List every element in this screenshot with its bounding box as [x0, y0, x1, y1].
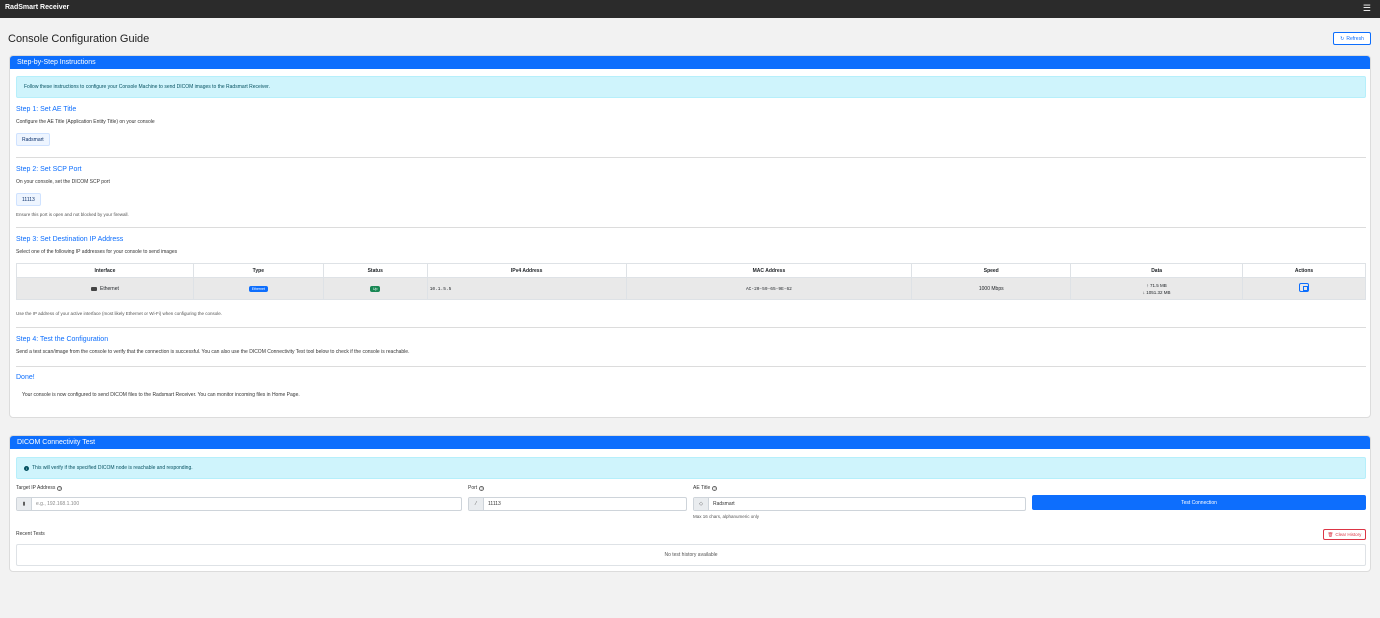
column-header: Speed [911, 263, 1072, 278]
ae-title-input[interactable]: Radsmart [709, 498, 1025, 510]
column-header: IPv4 Address [426, 263, 627, 278]
column-header: Actions [1242, 263, 1366, 278]
firewall-note: Ensure this port is open and not blocked… [16, 212, 129, 217]
actions-cell [1242, 277, 1366, 300]
type-badge: Ethernet [248, 285, 268, 292]
target-ip-input[interactable]: e.g., 192.168.1.100 [32, 498, 461, 510]
plug-icon: ⁄ [469, 498, 484, 510]
trash-icon: 🗑 [1327, 531, 1334, 537]
tag-icon: ◇ [694, 498, 709, 510]
speed-cell: 1000 Mbps [911, 277, 1072, 300]
column-header: Type [192, 263, 324, 278]
interface-name: Ethernet [99, 285, 119, 292]
recent-tests-label: Recent Tests [16, 531, 45, 537]
step2-desc: On your console, set the DICOM SCP port [16, 179, 110, 185]
column-header: Interface [16, 263, 194, 278]
column-header: MAC Address [625, 263, 913, 278]
column-header: Data [1070, 263, 1244, 278]
instructions-card: Step-by-Step Instructions Follow these i… [9, 55, 1371, 418]
step3-desc: Select one of the following IP addresses… [16, 249, 178, 255]
step1-title: Step 1: Set AE Title [16, 106, 77, 113]
refresh-icon: ↻ [1340, 35, 1345, 42]
info-icon: i [24, 465, 29, 471]
ethernet-icon [90, 286, 97, 291]
empty-history-text: No test history available [664, 552, 718, 558]
refresh-label: Refresh [1346, 35, 1364, 42]
done-title: Done! [16, 374, 35, 381]
divider [16, 227, 1366, 228]
network-icon: ▮ [17, 498, 32, 510]
step1-desc: Configure the AE Title (Application Enti… [16, 119, 155, 125]
data-received: ↓ 1051.32 MB [1142, 289, 1171, 295]
target-ip-label: Target IP Address ? [16, 485, 63, 491]
ipv4-address: 10.1.5.5 [429, 286, 452, 292]
data-sent: ↑ 71.5 MB [1146, 282, 1167, 288]
ae-title-label: AE Title ? [693, 485, 718, 491]
ae-title-group: ◇ Radsmart [693, 497, 1026, 511]
mac-address: AC-20-59-65-9E-62 [745, 286, 792, 292]
data-cell: ↑ 71.5 MB ↓ 1051.32 MB [1070, 277, 1244, 300]
status-cell: Up [322, 277, 428, 300]
type-cell: Ethernet [192, 277, 324, 300]
table-row[interactable]: Ethernet Ethernet Up 10.1.5.5 AC-20-59-6… [16, 277, 1366, 300]
mac-cell: AC-20-59-65-9E-62 [625, 277, 913, 300]
ip-note: Use the IP address of your active interf… [16, 311, 223, 316]
page-title: Console Configuration Guide [8, 33, 150, 45]
ipv4-cell: 10.1.5.5 [426, 277, 627, 300]
step2-title: Step 2: Set SCP Port [16, 166, 82, 173]
clear-history-button[interactable]: 🗑 Clear History [1323, 529, 1366, 540]
target-ip-group: ▮ e.g., 192.168.1.100 [16, 497, 462, 511]
step4-desc: Send a test scan/image from the console … [16, 349, 410, 355]
ae-title-value: Radsmart [16, 133, 50, 146]
connectivity-header: DICOM Connectivity Test [10, 436, 1370, 449]
step4-title: Step 4: Test the Configuration [16, 336, 109, 343]
step3-title: Step 3: Set Destination IP Address [16, 236, 124, 243]
connectivity-card: DICOM Connectivity Test i This will veri… [9, 435, 1371, 572]
ae-title-hint: Max 16 chars, alphanumeric only [693, 514, 760, 519]
port-group: ⁄ 11113 [468, 497, 687, 511]
ae-title-label-text: AE Title [693, 485, 711, 491]
divider [16, 327, 1366, 328]
refresh-button[interactable]: ↻ Refresh [1333, 32, 1371, 45]
interfaces-table: Interface Type Status IPv4 Address MAC A… [16, 263, 1366, 300]
app-title: RadSmart Receiver [5, 4, 70, 11]
status-badge: Up [370, 285, 381, 292]
top-navbar: RadSmart Receiver ☰ [0, 0, 1380, 18]
scp-port-value: 11113 [16, 193, 41, 206]
test-connection-button[interactable]: Test Connection [1032, 495, 1366, 510]
divider [16, 157, 1366, 158]
instructions-header: Step-by-Step Instructions [10, 56, 1370, 69]
clear-history-label: Clear History [1335, 532, 1362, 537]
help-icon[interactable]: ? [712, 485, 718, 491]
hamburger-icon[interactable]: ☰ [1363, 3, 1371, 14]
instructions-alert: Follow these instructions to configure y… [16, 76, 1366, 98]
table-header-row: Interface Type Status IPv4 Address MAC A… [16, 263, 1366, 278]
connectivity-alert-text: This will verify if the specified DICOM … [32, 465, 193, 471]
interface-cell: Ethernet [16, 277, 194, 300]
port-label-text: Port [468, 485, 478, 491]
target-ip-label-text: Target IP Address [16, 485, 56, 491]
port-label: Port ? [468, 485, 485, 491]
column-header: Status [322, 263, 428, 278]
divider [16, 366, 1366, 367]
help-icon[interactable]: ? [479, 485, 485, 491]
test-history-box: No test history available [16, 544, 1366, 566]
port-input[interactable]: 11113 [484, 498, 686, 510]
copy-ip-button[interactable] [1299, 283, 1310, 292]
done-desc: Your console is now configured to send D… [22, 392, 300, 398]
connectivity-alert: i This will verify if the specified DICO… [16, 457, 1366, 479]
help-icon[interactable]: ? [57, 485, 63, 491]
